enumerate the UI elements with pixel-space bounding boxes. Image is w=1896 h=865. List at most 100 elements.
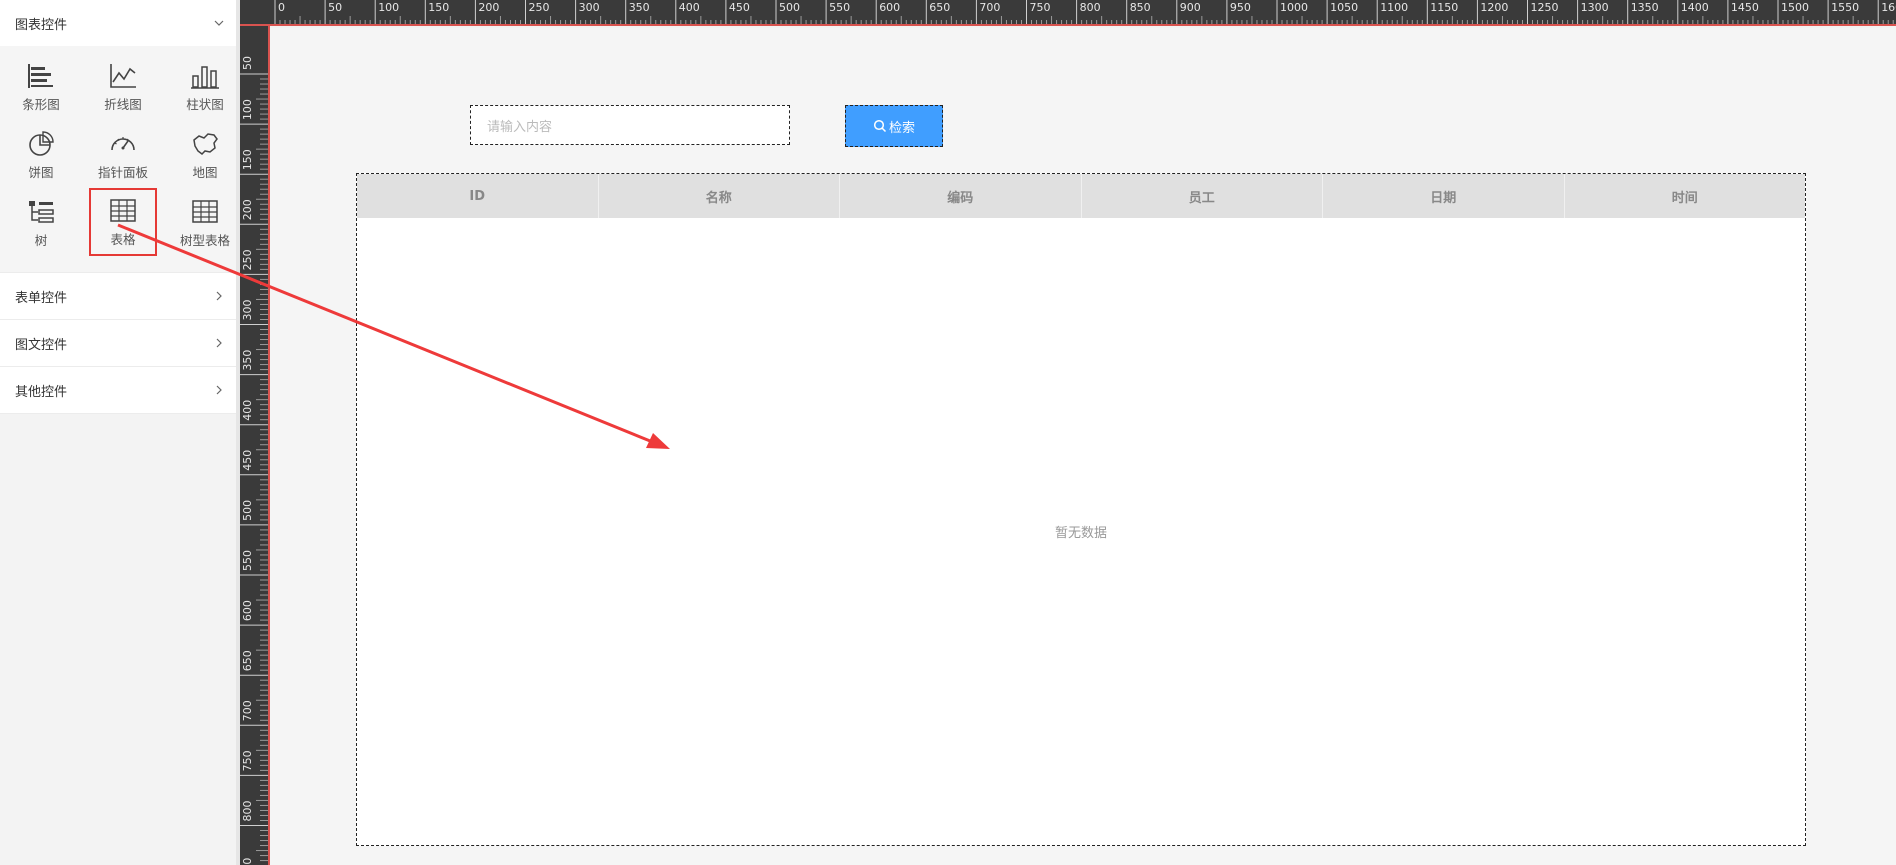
ruler-label: 1450 bbox=[1731, 1, 1759, 14]
widget-label: 饼图 bbox=[28, 164, 54, 180]
ruler-label: 800 bbox=[1080, 1, 1101, 14]
gauge-icon bbox=[111, 136, 135, 150]
map-icon bbox=[193, 132, 218, 155]
table-empty-state: 暂无数据 bbox=[357, 218, 1805, 845]
graphic-controls-header[interactable]: 图文控件 bbox=[0, 320, 236, 366]
column-header-id[interactable]: ID bbox=[357, 174, 599, 218]
widget-label: 地图 bbox=[192, 164, 218, 180]
ruler-label: 850 bbox=[1130, 1, 1151, 14]
line-chart-icon bbox=[110, 63, 136, 88]
ruler-label: 650 bbox=[241, 650, 254, 671]
chart-widget-grid: 条形图 折线图 柱状图 饼图 指针面板 地图 树 表格 树型表格 bbox=[0, 46, 236, 272]
graphic-controls-title: 图文控件 bbox=[15, 337, 68, 353]
ruler-label: 1550 bbox=[1831, 1, 1859, 14]
chart-controls-header[interactable]: 图表控件 bbox=[0, 0, 236, 46]
chevron-right-icon bbox=[216, 291, 222, 301]
ruler-label: 550 bbox=[241, 550, 254, 571]
ruler-label: 900 bbox=[1180, 1, 1201, 14]
chart-controls-title: 图表控件 bbox=[15, 17, 68, 33]
ruler-label: 400 bbox=[679, 1, 700, 14]
tree-icon bbox=[29, 200, 54, 223]
other-controls-section: 其他控件 bbox=[0, 367, 236, 414]
ruler-label: 1150 bbox=[1430, 1, 1458, 14]
widget-label: 折线图 bbox=[104, 96, 142, 112]
ruler-label: 500 bbox=[779, 1, 800, 14]
ruler-label: 1400 bbox=[1681, 1, 1709, 14]
vertical-ruler: 50 100 150 200 250 300 350 400 450 500 550 600 650 70… bbox=[240, 26, 270, 865]
ruler-label: 0 bbox=[278, 1, 285, 14]
ruler-label: 1500 bbox=[1781, 1, 1809, 14]
form-controls-title: 表单控件 bbox=[15, 290, 68, 306]
ruler-label: 650 bbox=[929, 1, 950, 14]
component-panel: 图表控件 条形图 折线图 柱状图 饼图 指针面板 地图 树 表格 树型表格 表单… bbox=[0, 0, 236, 865]
ruler-label: 160 bbox=[1881, 1, 1896, 14]
ruler-label: 450 bbox=[241, 450, 254, 471]
widget-tree-table[interactable]: 树型表格 bbox=[164, 192, 246, 254]
ruler-label: 300 bbox=[241, 300, 254, 321]
ruler-label: 300 bbox=[579, 1, 600, 14]
column-chart-icon bbox=[191, 65, 219, 89]
horizontal-ruler: 0 50 100 150 200 250 300 350 400 450 500 550 600 650 7… bbox=[240, 0, 1896, 26]
chart-controls-section: 图表控件 条形图 折线图 柱状图 饼图 指针面板 地图 树 表格 树型表格 bbox=[0, 0, 236, 273]
search-icon bbox=[873, 119, 887, 133]
bar-horizontal-icon bbox=[28, 63, 53, 88]
other-controls-header[interactable]: 其他控件 bbox=[0, 367, 236, 413]
form-controls-header[interactable]: 表单控件 bbox=[0, 273, 236, 319]
search-placeholder: 请输入内容 bbox=[487, 119, 553, 135]
widget-column[interactable]: 柱状图 bbox=[164, 56, 246, 118]
widget-label: 指针面板 bbox=[97, 164, 148, 180]
widget-table[interactable]: 表格 bbox=[89, 188, 157, 256]
data-table[interactable]: ID 名称 编码 员工 日期 时间 暂无数据 bbox=[356, 173, 1806, 846]
widget-bar[interactable]: 条形图 bbox=[0, 56, 82, 118]
column-header-employee[interactable]: 员工 bbox=[1082, 174, 1323, 218]
form-controls-section: 表单控件 bbox=[0, 273, 236, 320]
ruler-label: 50 bbox=[328, 1, 342, 14]
ruler-label: 1100 bbox=[1380, 1, 1408, 14]
ruler-label: 50 bbox=[241, 858, 254, 865]
widget-map[interactable]: 地图 bbox=[164, 124, 246, 186]
horizontal-ruler-ticks: 0 50 100 150 200 250 300 350 400 450 500 550 600 650 7… bbox=[274, 0, 1896, 24]
column-header-name[interactable]: 名称 bbox=[599, 174, 840, 218]
tree-table-icon bbox=[192, 199, 218, 223]
ruler-label: 250 bbox=[241, 249, 254, 270]
ruler-label: 150 bbox=[241, 149, 254, 170]
widget-label: 表格 bbox=[110, 231, 136, 247]
widget-label: 条形图 bbox=[22, 96, 60, 112]
ruler-label: 1200 bbox=[1480, 1, 1508, 14]
chevron-right-icon bbox=[216, 385, 222, 395]
search-button[interactable]: 检索 bbox=[845, 105, 943, 147]
widget-pie[interactable]: 饼图 bbox=[0, 124, 82, 186]
search-button-label: 检索 bbox=[888, 120, 915, 136]
graphic-controls-section: 图文控件 bbox=[0, 320, 236, 367]
column-header-code[interactable]: 编码 bbox=[840, 174, 1082, 218]
ruler-label: 600 bbox=[879, 1, 900, 14]
other-controls-title: 其他控件 bbox=[15, 384, 68, 400]
ruler-label: 1300 bbox=[1581, 1, 1609, 14]
widget-line[interactable]: 折线图 bbox=[82, 56, 164, 118]
column-header-time[interactable]: 时间 bbox=[1565, 174, 1806, 218]
design-canvas[interactable]: 请输入内容 检索 ID 名称 编码 员工 日期 时间 暂无数据 bbox=[270, 28, 1896, 865]
ruler-label: 700 bbox=[979, 1, 1000, 14]
widget-tree[interactable]: 树 bbox=[0, 192, 82, 254]
ruler-label: 800 bbox=[241, 801, 254, 822]
ruler-label: 150 bbox=[428, 1, 449, 14]
ruler-label: 700 bbox=[241, 700, 254, 721]
ruler-label: 500 bbox=[241, 500, 254, 521]
ruler-label: 550 bbox=[829, 1, 850, 14]
widget-gauge[interactable]: 指针面板 bbox=[82, 124, 164, 186]
ruler-label: 600 bbox=[241, 600, 254, 621]
chevron-right-icon bbox=[216, 338, 222, 348]
table-icon bbox=[110, 198, 136, 222]
pie-chart-icon bbox=[29, 130, 54, 156]
ruler-label: 200 bbox=[241, 199, 254, 220]
ruler-label: 450 bbox=[729, 1, 750, 14]
ruler-label: 50 bbox=[241, 56, 254, 70]
empty-text: 暂无数据 bbox=[1054, 526, 1107, 541]
ruler-label: 950 bbox=[1230, 1, 1251, 14]
search-input[interactable]: 请输入内容 bbox=[470, 105, 790, 145]
ruler-label: 1350 bbox=[1631, 1, 1659, 14]
widget-label: 树 bbox=[34, 232, 48, 248]
vertical-ruler-ticks: 50 100 150 200 250 300 350 400 450 500 550 600 650 70… bbox=[240, 56, 268, 865]
ruler-label: 350 bbox=[241, 350, 254, 371]
column-header-date[interactable]: 日期 bbox=[1323, 174, 1565, 218]
